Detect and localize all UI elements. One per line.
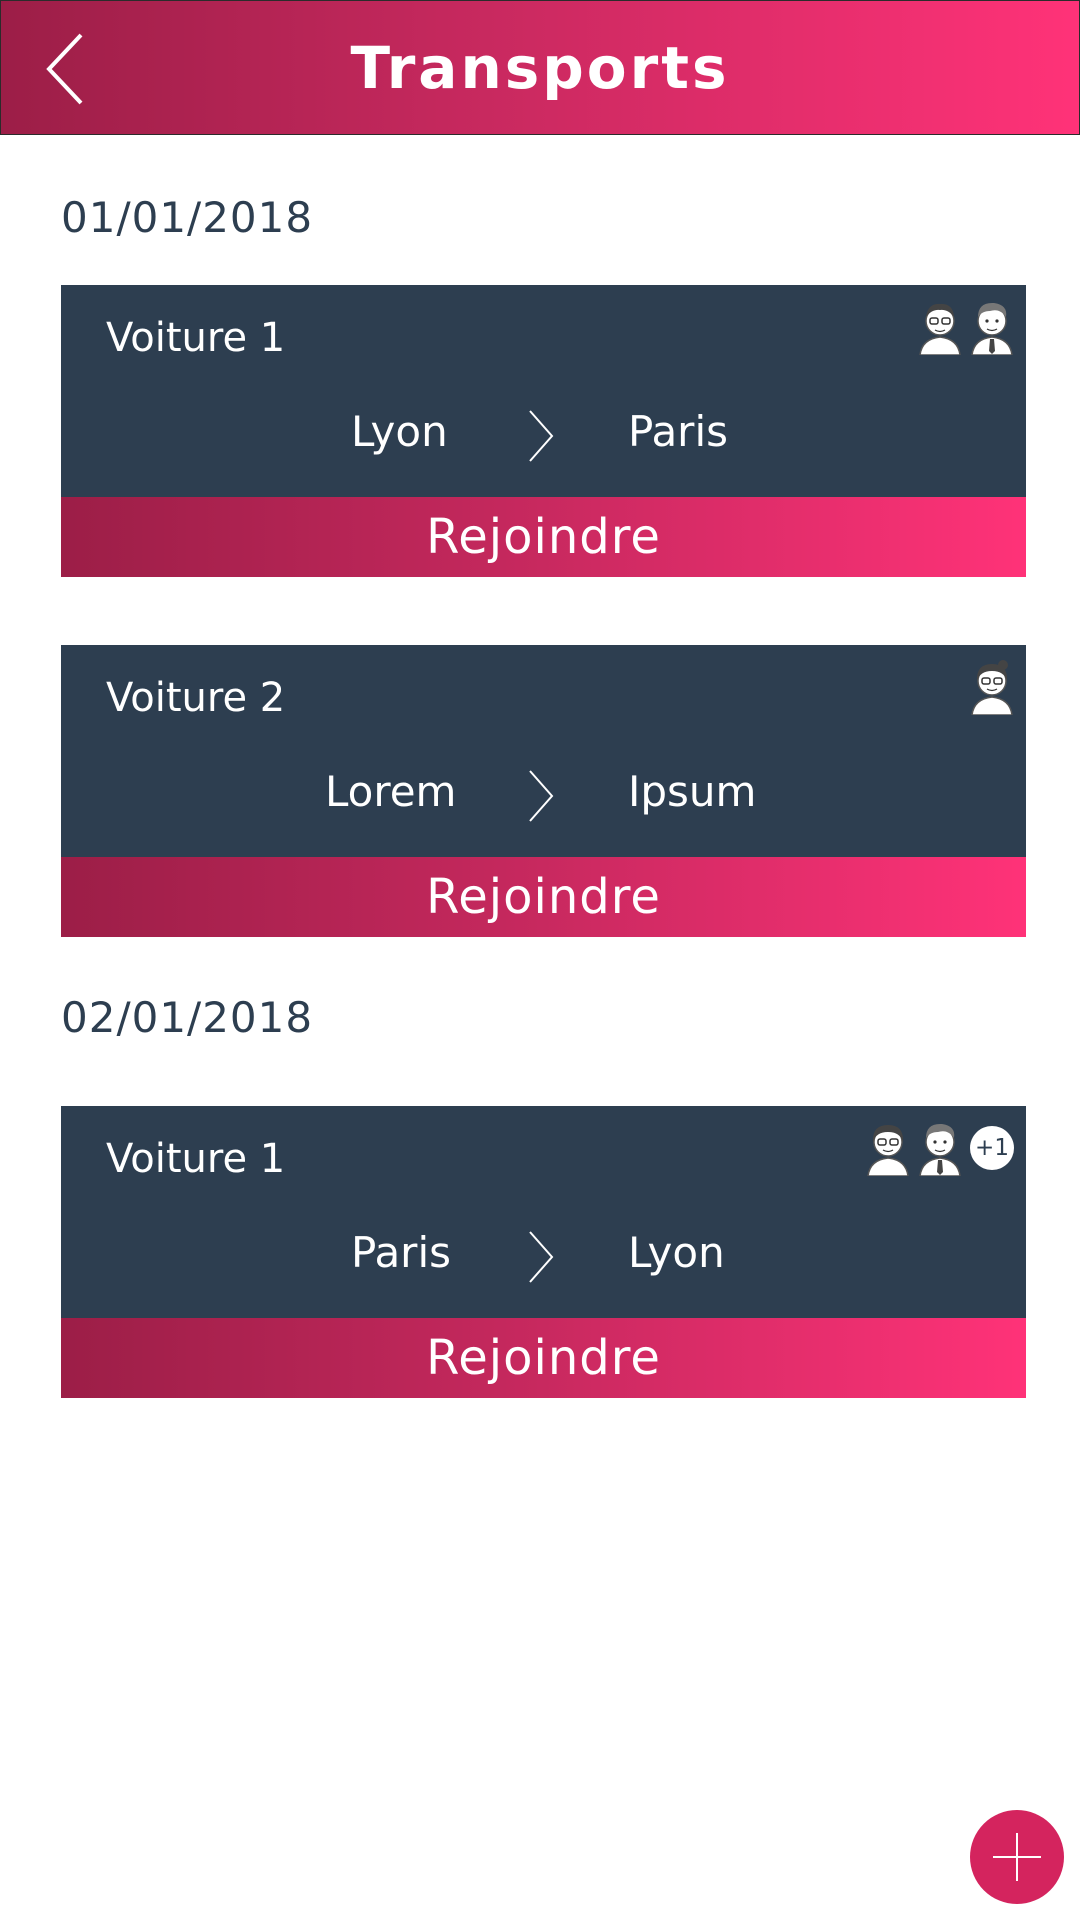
trip-card: Voiture 2 Lorem Ipsum Rejoindre bbox=[61, 645, 1026, 937]
date-header: 02/01/2018 bbox=[61, 993, 314, 1042]
avatar-woman-glasses-icon bbox=[867, 1125, 909, 1176]
join-button[interactable]: Rejoindre bbox=[61, 497, 1026, 577]
car-name: Voiture 2 bbox=[106, 675, 286, 721]
arrival-city: Paris bbox=[628, 407, 728, 456]
car-name: Voiture 1 bbox=[106, 315, 286, 361]
join-button[interactable]: Rejoindre bbox=[61, 857, 1026, 937]
app-header: Transports bbox=[0, 0, 1080, 135]
trip-card-body: Voiture 1 Lyon Paris bbox=[61, 285, 1026, 497]
chevron-right-icon bbox=[529, 770, 554, 822]
chevron-right-icon bbox=[529, 1231, 554, 1283]
passenger-avatars: +1 bbox=[866, 1118, 1014, 1178]
add-transport-button[interactable] bbox=[970, 1810, 1064, 1904]
avatar-woman-glasses-icon bbox=[971, 660, 1013, 715]
avatar-man-glasses-icon bbox=[919, 303, 961, 355]
departure-city: Lorem bbox=[325, 767, 457, 816]
avatar-man-tie-icon bbox=[919, 1123, 961, 1176]
departure-city: Lyon bbox=[351, 407, 448, 456]
arrival-city: Ipsum bbox=[628, 767, 757, 816]
arrival-city: Lyon bbox=[628, 1228, 725, 1277]
date-header: 01/01/2018 bbox=[61, 193, 314, 242]
passenger-avatars bbox=[918, 297, 1014, 357]
avatar-man-tie-icon bbox=[971, 302, 1013, 355]
chevron-right-icon bbox=[529, 410, 554, 462]
trip-card-body: Voiture 2 Lorem Ipsum bbox=[61, 645, 1026, 857]
page-title: Transports bbox=[350, 34, 730, 102]
trip-card: Voiture 1 Paris Lyon +1 Rejoindre bbox=[61, 1106, 1026, 1398]
plus-icon bbox=[993, 1833, 1041, 1881]
trip-card-body: Voiture 1 Paris Lyon +1 bbox=[61, 1106, 1026, 1318]
extra-passengers-badge: +1 bbox=[970, 1126, 1014, 1170]
departure-city: Paris bbox=[351, 1228, 451, 1277]
join-button[interactable]: Rejoindre bbox=[61, 1318, 1026, 1398]
passenger-avatars bbox=[970, 657, 1014, 717]
trip-card: Voiture 1 Lyon Paris Rejoindre bbox=[61, 285, 1026, 577]
car-name: Voiture 1 bbox=[106, 1136, 286, 1182]
